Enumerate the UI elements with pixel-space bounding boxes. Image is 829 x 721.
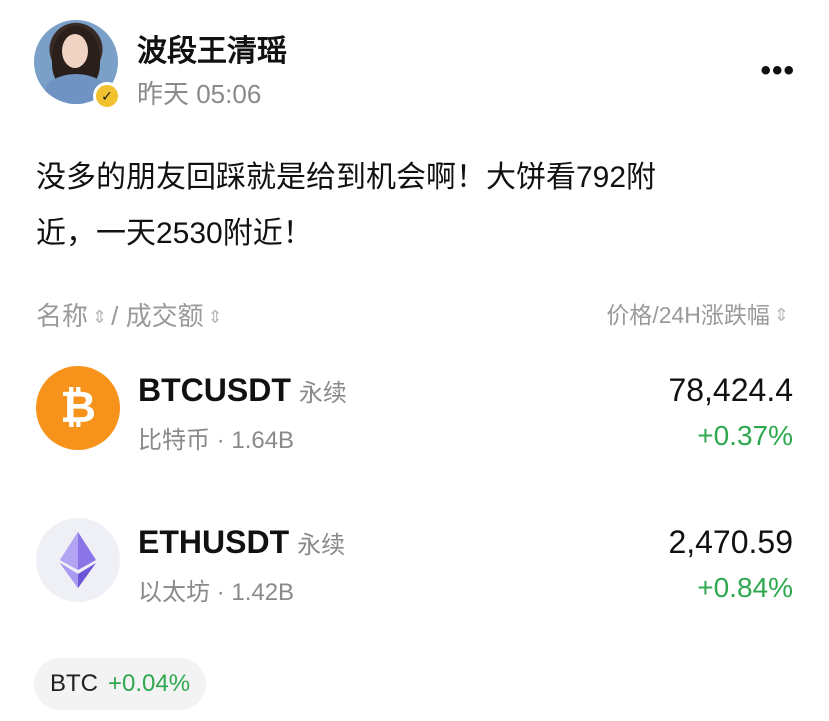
- chip-symbol: BTC: [50, 670, 98, 697]
- ethereum-icon: [36, 518, 120, 602]
- ticker-row[interactable]: ETHUSDT 永续 以太坊 · 1.42B 2,470.59 +0.84%: [0, 518, 829, 628]
- post-text-line: 没多的朋友回踩就是给到机会啊！大饼看792附: [36, 161, 657, 194]
- column-header-name[interactable]: 名称 ⇕ / 成交额 ⇕: [36, 296, 227, 333]
- contract-type: 永续: [298, 380, 347, 407]
- ticker-change: +0.84%: [697, 572, 793, 603]
- ticker-change: +0.37%: [697, 420, 793, 451]
- contract-type: 永续: [297, 532, 346, 559]
- more-options-icon[interactable]: •••: [760, 54, 795, 88]
- sort-icon[interactable]: ⇕: [774, 305, 789, 325]
- author-name[interactable]: 波段王清瑶: [137, 26, 287, 70]
- ticker-symbol: BTCUSDT 永续: [138, 372, 347, 408]
- ticker-price: 2,470.59: [668, 524, 793, 560]
- ticker-row[interactable]: ₿ BTCUSDT 永续 比特币 · 1.64B 78,424.4 +0.37%: [0, 366, 829, 476]
- column-header-price[interactable]: 价格/24H涨跌幅 ⇕: [606, 296, 793, 330]
- ticker-symbol: ETHUSDT 永续: [138, 524, 346, 560]
- ticker-price: 78,424.4: [668, 372, 793, 408]
- sort-icon[interactable]: ⇕: [208, 307, 223, 327]
- ticker-subtitle: 比特币 · 1.64B: [138, 427, 295, 454]
- post-card: ✓ 波段王清瑶 昨天 05:06 ••• 没多的朋友回踩就是给到机会啊！大饼看7…: [0, 0, 829, 721]
- verified-badge-icon: ✓: [93, 82, 121, 110]
- post-text-line: 近，一天2530附近！: [36, 217, 313, 250]
- chip-change: +0.04%: [108, 670, 191, 697]
- post-content: 没多的朋友回踩就是给到机会啊！大饼看792附 近，一天2530附近！: [36, 150, 776, 262]
- sort-icon[interactable]: ⇕: [92, 307, 107, 327]
- ticker-subtitle: 以太坊 · 1.42B: [138, 579, 295, 606]
- related-ticker-chip[interactable]: BTC +0.04%: [34, 658, 207, 710]
- bitcoin-icon: ₿: [36, 366, 120, 450]
- post-time: 昨天 05:06: [137, 79, 262, 109]
